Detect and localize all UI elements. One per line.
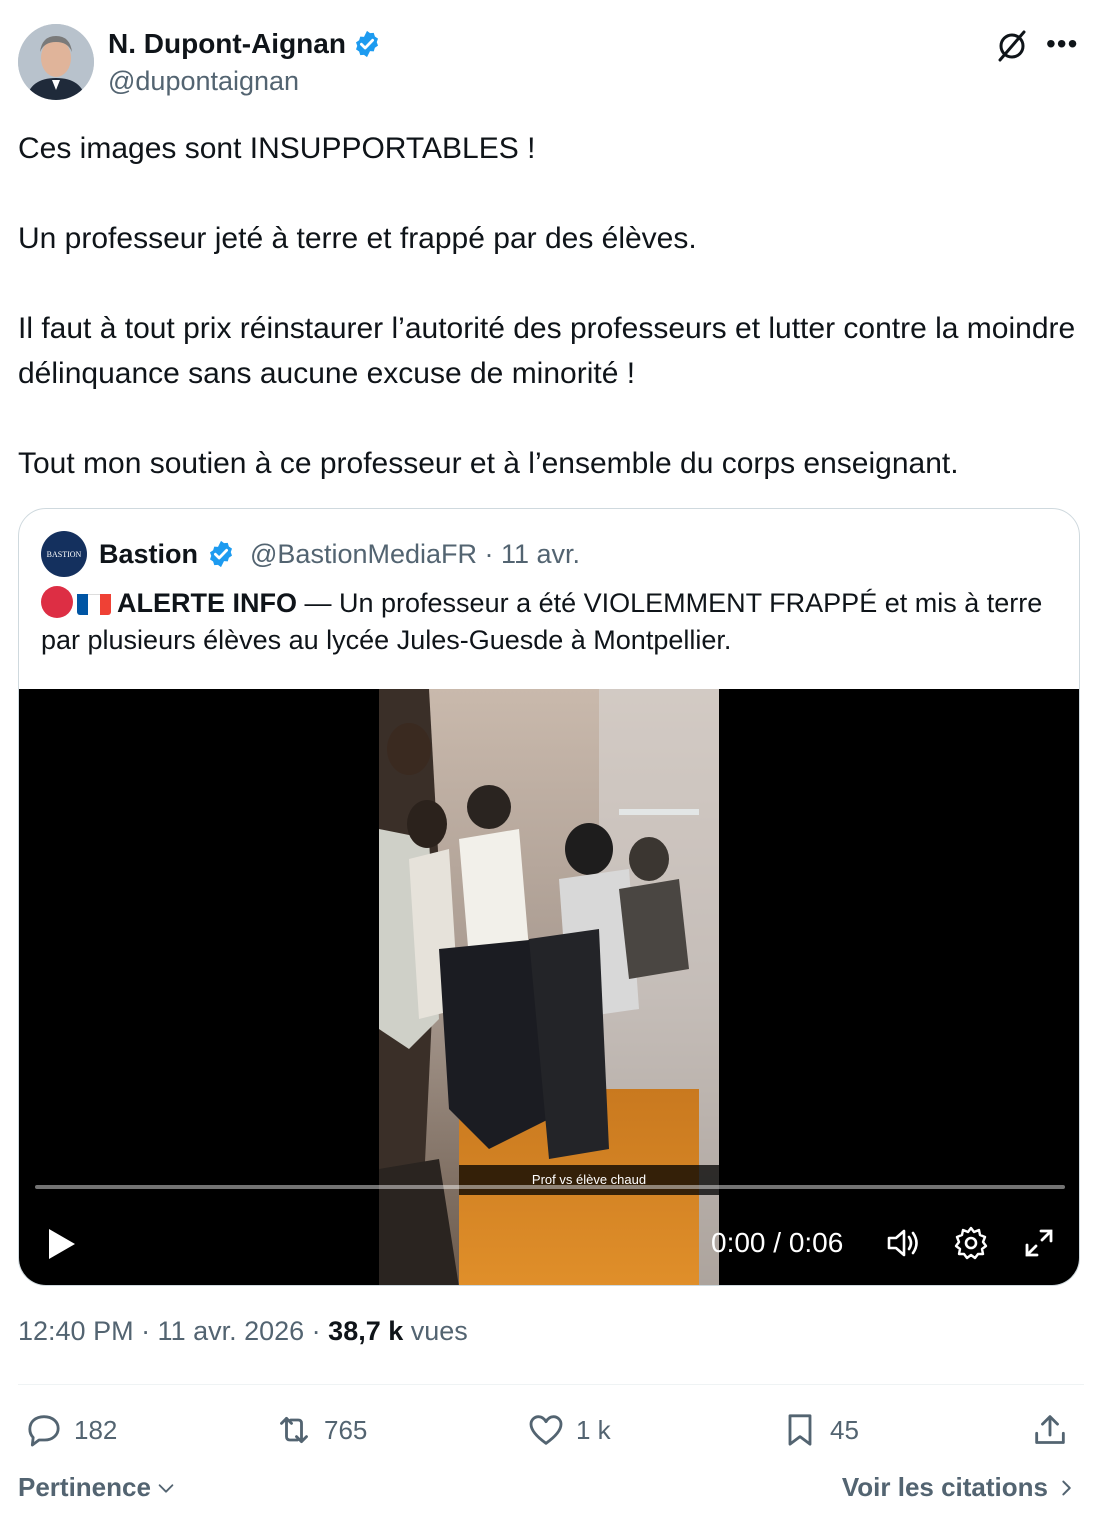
- tweet-paragraph: Un professeur jeté à terre et frappé par…: [18, 222, 697, 255]
- settings-gear-icon[interactable]: [953, 1225, 989, 1261]
- quoted-author-name[interactable]: Bastion: [99, 539, 198, 570]
- verified-badge-icon: [355, 30, 378, 58]
- view-quotes-link[interactable]: Voir les citations: [842, 1472, 1076, 1503]
- sort-label: Pertinence: [18, 1472, 151, 1502]
- chevron-right-icon: [1062, 1480, 1071, 1495]
- bookmark-button[interactable]: 45: [780, 1406, 859, 1454]
- view-quotes-label: Voir les citations: [841, 1472, 1048, 1502]
- video-time: 0:00 / 0:06: [711, 1227, 844, 1258]
- share-icon: [1035, 1415, 1065, 1444]
- video-progress-bar[interactable]: [35, 1185, 1065, 1189]
- author-handle[interactable]: @dupontaignan: [108, 66, 299, 97]
- quoted-author-handle[interactable]: @BastionMediaFR · 11 avr.: [250, 539, 580, 570]
- tweet-timestamp[interactable]: 12:40 PM · 11 avr. 2026 ·: [18, 1316, 328, 1346]
- reply-count: 182: [74, 1414, 118, 1445]
- alert-label: ALERTE INFO: [117, 588, 297, 618]
- grok-icon[interactable]: [994, 28, 1030, 64]
- retweet-icon: [280, 1416, 308, 1444]
- video-caption: Prof vs élève chaud: [459, 1165, 719, 1195]
- chevron-down-icon: [158, 1483, 174, 1493]
- video-frame: Prof vs élève chaud: [379, 689, 719, 1285]
- video-player[interactable]: Prof vs élève chaud 0:00 / 0:06: [19, 689, 1079, 1285]
- tweet-paragraph: [18, 171, 1084, 216]
- tweet-meta: 12:40 PM · 11 avr. 2026 · 38,7 k vues: [18, 1316, 468, 1347]
- author-name[interactable]: N. Dupont-Aignan: [108, 28, 346, 60]
- tweet-paragraph: [18, 261, 1084, 306]
- author-avatar[interactable]: [18, 24, 94, 100]
- quoted-author-avatar[interactable]: BASTION: [41, 531, 87, 577]
- like-count: 1 k: [576, 1414, 611, 1445]
- divider: [18, 1384, 1084, 1385]
- fullscreen-icon[interactable]: [1021, 1225, 1057, 1261]
- volume-icon[interactable]: [885, 1225, 921, 1261]
- reply-button[interactable]: 182: [24, 1406, 117, 1454]
- tweet-paragraph: Tout mon soutien à ce professeur et à l’…: [18, 447, 959, 480]
- tweet-paragraph: [18, 396, 1084, 441]
- bookmark-count: 45: [830, 1414, 859, 1445]
- sort-dropdown[interactable]: Pertinence: [18, 1472, 177, 1503]
- views-count: 38,7 k: [328, 1316, 404, 1346]
- quoted-tweet[interactable]: BASTION Bastion @BastionMediaFR · 11 avr…: [18, 508, 1080, 1286]
- tweet-actions: 182 765 1 k 45: [18, 1406, 1084, 1456]
- retweet-button[interactable]: 765: [274, 1406, 367, 1454]
- bookmark-icon: [788, 1414, 812, 1446]
- tweet-header: N. Dupont-Aignan @dupontaignan •••: [18, 24, 1084, 104]
- more-options-icon[interactable]: •••: [1046, 26, 1078, 62]
- french-flag-emoji-icon: [77, 591, 111, 615]
- views-label: vues: [403, 1316, 468, 1346]
- tweet-paragraph: Il faut à tout prix réinstaurer l’autori…: [18, 312, 1076, 390]
- heart-icon: [529, 1415, 563, 1445]
- red-circle-emoji-icon: [41, 586, 73, 618]
- quoted-tweet-text: ALERTE INFO — Un professeur a été VIOLEM…: [41, 585, 1061, 659]
- play-icon[interactable]: [47, 1227, 77, 1261]
- like-button[interactable]: 1 k: [526, 1406, 611, 1454]
- video-controls: 0:00 / 0:06: [19, 1219, 1079, 1269]
- verified-badge-icon: [210, 540, 233, 568]
- retweet-count: 765: [324, 1414, 368, 1445]
- share-button[interactable]: [1030, 1406, 1070, 1454]
- tweet-text: Ces images sont INSUPPORTABLES ! Un prof…: [18, 126, 1084, 486]
- tweet-paragraph: Ces images sont INSUPPORTABLES !: [18, 132, 536, 165]
- reply-icon: [28, 1415, 60, 1447]
